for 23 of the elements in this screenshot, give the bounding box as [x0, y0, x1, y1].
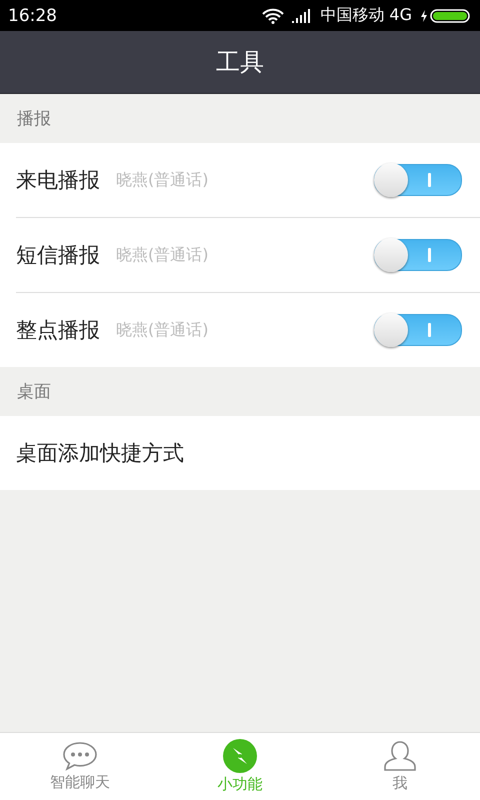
chat-bubble-icon — [62, 741, 98, 771]
voice-detail: 晓燕(普通话) — [116, 244, 210, 266]
page-title: 工具 — [216, 47, 264, 78]
section-title: 桌面 — [17, 381, 51, 403]
nav-tab[interactable]: 小功能 — [160, 733, 320, 800]
setting-label: 来电播报 — [16, 167, 100, 194]
voice-detail: 晓燕(普通话) — [116, 320, 210, 340]
toggle-switch[interactable] — [374, 314, 462, 346]
compass-icon — [223, 739, 257, 773]
toggle-switch[interactable] — [374, 164, 462, 196]
nav-tab[interactable]: 我 — [320, 733, 480, 800]
carrier-label: 中国移动 4G — [320, 5, 412, 26]
person-icon — [383, 740, 417, 772]
status-time: 16:28 — [8, 6, 58, 26]
setting-label: 整点播报 — [16, 317, 100, 344]
wifi-icon — [262, 8, 284, 24]
toggle-switch[interactable] — [374, 239, 462, 271]
signal-icon — [292, 8, 312, 22]
section-title: 播报 — [17, 108, 51, 130]
voice-detail: 晓燕(普通话) — [116, 170, 210, 190]
charging-battery-icon — [420, 8, 470, 22]
nav-tab[interactable]: 智能聊天 — [0, 733, 160, 800]
setting-label: 短信播报 — [16, 242, 100, 269]
